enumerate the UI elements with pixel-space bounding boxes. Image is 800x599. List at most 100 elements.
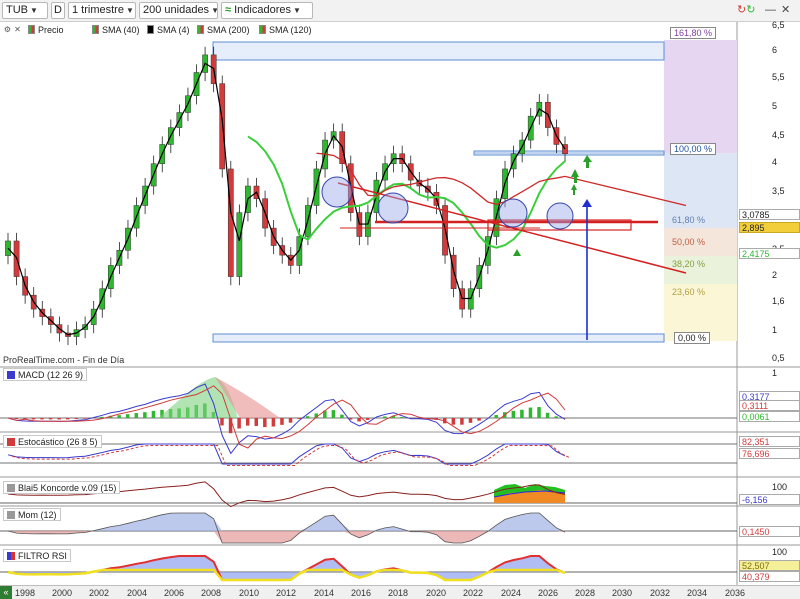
mom-label[interactable]: Mom (12) [3, 508, 61, 521]
macd-bar [528, 407, 533, 418]
fib-100-label: 100,00 % [670, 143, 717, 155]
year-label: 2006 [164, 588, 185, 598]
stoch-value-2: 76,696 [739, 448, 800, 459]
macd-panel [0, 377, 737, 455]
year-label: 2018 [388, 588, 409, 598]
macd-bar [288, 418, 293, 423]
macd-bar [220, 418, 224, 426]
data-source-label: ProRealTime.com - Fin de Día [3, 355, 125, 365]
fib-0-label: 0,00 % [674, 332, 711, 344]
green-arrow-1 [571, 184, 577, 190]
scroll-left-button[interactable]: « [0, 586, 12, 599]
rsi-value-2: 40,379 [739, 571, 800, 582]
stoch-panel [0, 443, 737, 466]
macd-bar [460, 418, 464, 425]
macd-bar [554, 416, 558, 418]
mom-panel [0, 512, 737, 544]
macd-bar [245, 418, 250, 426]
koncorde-swatch [7, 484, 15, 492]
fib-382-label: 38,20 % [672, 259, 706, 269]
koncorde-label-text: Blai5 Koncorde v.09 (15) [18, 483, 117, 493]
macd-bar [74, 418, 79, 420]
price-axis-tick: 3,5 [772, 186, 785, 196]
macd-bar [357, 418, 361, 422]
fib-50-label: 50,00 % [672, 237, 706, 247]
macd-bar [297, 418, 301, 419]
chart-canvas[interactable] [0, 0, 800, 599]
rsi-label-text: FILTRO RSI [18, 551, 67, 561]
macd-bar [305, 416, 310, 418]
year-label: 2022 [463, 588, 484, 598]
price-axis-tick: 5,5 [772, 72, 785, 82]
macd-bar [451, 418, 456, 425]
macd-bar [494, 415, 498, 418]
macd-bar [263, 418, 267, 428]
price-axis-tick: 2 [772, 270, 778, 280]
price-axis-tick: 4,5 [772, 130, 785, 140]
projection-arrows [513, 155, 592, 340]
koncorde-label[interactable]: Blai5 Koncorde v.09 (15) [3, 481, 121, 494]
macd-bar [48, 418, 53, 420]
price-axis-tick: 1,6 [772, 296, 785, 306]
macd-bar [365, 418, 370, 420]
year-label: 2032 [650, 588, 671, 598]
macd-bar [400, 417, 404, 418]
macd-bar [383, 416, 387, 418]
time-axis[interactable]: « 1998 2000 2002 2004 2006 2008 2010 201… [0, 585, 800, 599]
macd-bar [117, 415, 121, 418]
green-arrow-2 [571, 169, 579, 177]
sma-price-badge: 2,4175 [739, 248, 800, 259]
rsi-swatch [7, 552, 15, 560]
year-label: 2020 [426, 588, 447, 598]
rsi-panel [0, 555, 737, 582]
macd-bar [331, 410, 336, 418]
macd-bar [511, 410, 516, 418]
macd-label-text: MACD (12 26 9) [18, 370, 84, 380]
macd-label[interactable]: MACD (12 26 9) [3, 368, 88, 381]
green-arrow-4 [513, 249, 521, 256]
macd-bar [340, 414, 344, 418]
macd-bar [143, 412, 147, 418]
macd-value-3: 0,0061 [739, 411, 800, 422]
mom-label-text: Mom (12) [18, 510, 57, 520]
macd-swatch [7, 371, 15, 379]
rsi-label[interactable]: FILTRO RSI [3, 549, 71, 562]
year-label: 2036 [725, 588, 746, 598]
price-axis-tick: 4 [772, 157, 778, 167]
fib-236-label: 23,60 % [672, 287, 706, 297]
stoch-label[interactable]: Estocástico (26 8 5) [3, 435, 102, 448]
fib-1618-label: 161,80 % [670, 27, 717, 39]
macd-bar [83, 418, 87, 419]
rsi-value-1: 52,507 [739, 560, 800, 571]
macd-bar [537, 407, 541, 418]
year-label: 2008 [201, 588, 222, 598]
candle [236, 212, 243, 277]
close-price-badge: 2,895 [739, 222, 800, 233]
year-label: 2026 [538, 588, 559, 598]
year-label: 2024 [501, 588, 522, 598]
year-label: 2010 [239, 588, 260, 598]
macd-bar [125, 414, 130, 418]
macd-bar [14, 418, 19, 420]
green-arrow-3 [583, 155, 592, 162]
year-label: 2004 [127, 588, 148, 598]
koncorde-axis-top: 100 [772, 482, 788, 492]
macd-bar [477, 418, 481, 421]
macd-bar [271, 418, 276, 427]
macd-bar [151, 410, 156, 418]
macd-bar [57, 418, 61, 420]
stoch-value-1: 82,351 [739, 436, 800, 447]
year-label: 2016 [351, 588, 372, 598]
macd-bar [280, 418, 284, 425]
macd-bar [40, 418, 44, 420]
macd-bar [237, 418, 241, 429]
mom-value: 0,1450 [739, 526, 800, 537]
candle [227, 168, 234, 277]
rsi-axis-top: 100 [772, 547, 788, 557]
macd-value-2: 0,3111 [739, 400, 800, 411]
price-axis-tick: 6 [772, 45, 778, 55]
year-label: 2014 [314, 588, 335, 598]
macd-bar [65, 418, 70, 420]
macd-bar [545, 412, 550, 418]
year-label: 2002 [89, 588, 110, 598]
